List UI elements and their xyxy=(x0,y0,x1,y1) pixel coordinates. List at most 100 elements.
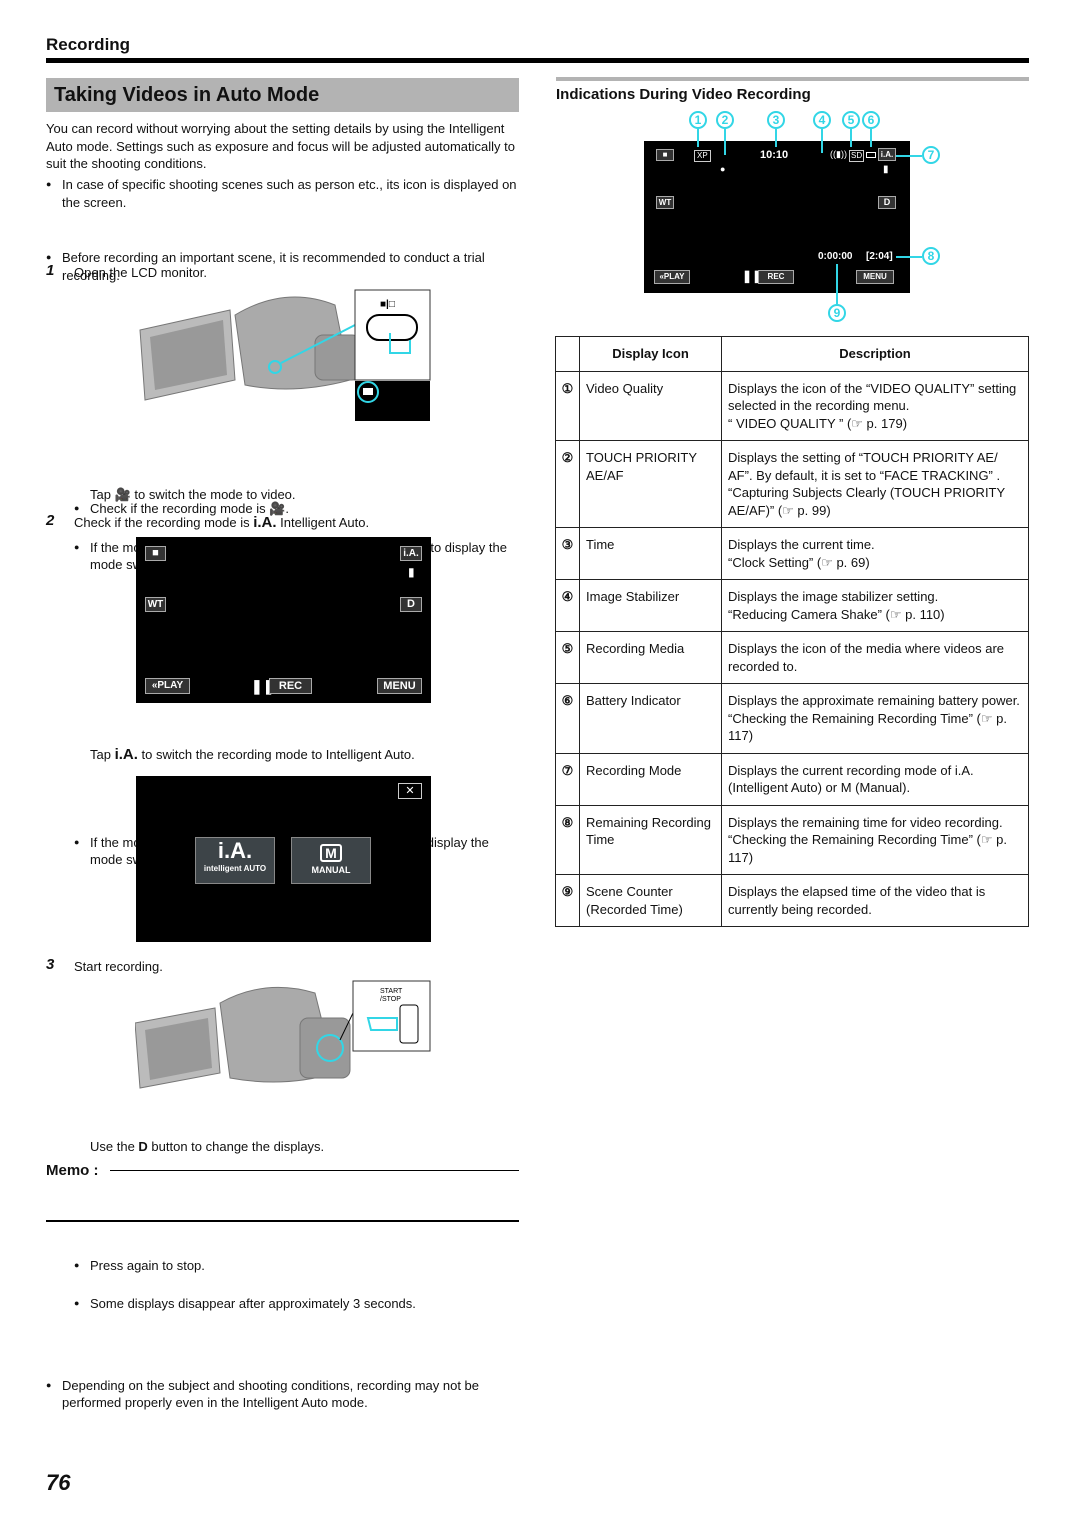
memo-rule xyxy=(110,1170,519,1171)
row-number: ⑧ xyxy=(555,804,580,875)
clock-time: 10:10 xyxy=(760,149,789,161)
indications-screen: ■ XP ● 10:10 ((▮)) SD i.A. ▮ WT D 0:00:0… xyxy=(644,141,910,293)
step-number: 1 xyxy=(46,262,55,279)
ia-big-label: i.A. xyxy=(217,838,253,863)
row-number: ⑥ xyxy=(555,683,580,754)
scene-icon: ▮ xyxy=(408,565,415,579)
row-description: Displays the setting of “TOUCH PRIORITY … xyxy=(721,440,1029,528)
remaining-time: [2:04] xyxy=(866,251,893,262)
video-mode-icon[interactable]: ■ xyxy=(656,149,674,161)
section-rule xyxy=(46,58,1029,63)
row-display-icon: Scene Counter (Recorded Time) xyxy=(579,874,722,927)
menu-button[interactable]: MENU xyxy=(856,270,894,284)
memo-label: Memo : xyxy=(46,1162,99,1179)
wt-button[interactable]: WT xyxy=(145,597,166,612)
rec-button[interactable]: REC xyxy=(758,270,794,284)
table-row: ⑧ Remaining Recording Time Displays the re… xyxy=(555,804,1029,875)
table-row: ④ Image Stabilizer Displays the image stab… xyxy=(555,579,1029,632)
step-text: Open the LCD monitor. xyxy=(74,265,207,280)
stabilizer-icon: ((▮)) xyxy=(830,149,847,159)
row-desc-text: Displays the setting of “TOUCH PRIORITY … xyxy=(728,450,1001,483)
wt-button[interactable]: WT xyxy=(656,196,674,209)
row-description: Displays the current recording mode of i… xyxy=(721,752,1029,806)
mode-switch-screen: ✕ i.A. intelligent AUTO M MANUAL xyxy=(136,776,431,942)
subsection-title: Indications During Video Recording xyxy=(556,86,811,103)
callout-line xyxy=(850,129,852,147)
d-line-before: Use the xyxy=(90,1139,139,1154)
row-number: ⑦ xyxy=(555,752,580,806)
video-mode-icon[interactable]: ■ xyxy=(145,546,166,561)
menu-button[interactable]: MENU xyxy=(377,678,422,694)
row-display-icon: Video Quality xyxy=(579,370,722,441)
display-button[interactable]: D xyxy=(878,196,896,209)
row-description: Displays the image stabilizer setting. “R… xyxy=(721,579,1029,632)
callout-4: 4 xyxy=(813,111,831,129)
callout-9: 9 xyxy=(828,304,846,322)
callout-line xyxy=(697,129,699,147)
row-description: Displays the approximate remaining batte… xyxy=(721,683,1029,754)
ia-mode-button[interactable]: i.A. xyxy=(400,546,422,561)
manual-button[interactable]: M MANUAL xyxy=(291,837,371,884)
table-row: ⑨ Scene Counter (Recorded Time) Displays t… xyxy=(555,874,1029,927)
row-number: ⑨ xyxy=(555,874,580,927)
row-display-icon: Recording Media xyxy=(579,631,722,684)
row-reference-link[interactable]: “Checking the Remaining Recording Time” … xyxy=(728,710,1022,745)
callout-1: 1 xyxy=(689,111,707,129)
row-display-icon: Battery Indicator xyxy=(579,683,722,754)
row-display-icon: Recording Mode xyxy=(579,752,722,806)
ia-mode-button[interactable]: i.A. xyxy=(878,148,896,161)
row-description: Displays the elapsed time of the video t… xyxy=(721,874,1029,927)
row-desc-text: Displays the current time. xyxy=(728,537,875,552)
camera-illustration-1: ■|□ xyxy=(135,285,435,423)
callout-line xyxy=(775,129,777,147)
header-display-icon: Display Icon xyxy=(579,336,722,372)
scene-icon: ▮ xyxy=(883,164,889,175)
rec-button[interactable]: REC xyxy=(269,678,312,694)
row-reference-link[interactable]: “Reducing Camera Shake” (☞ p. 110) xyxy=(728,606,1022,624)
row-display-icon: Image Stabilizer xyxy=(579,579,722,632)
intro-bullet: In case of specific shooting scenes such… xyxy=(46,176,521,211)
battery-icon xyxy=(866,152,876,158)
ia-symbol: i.A. xyxy=(253,514,277,531)
table-row: ② TOUCH PRIORITY AE/AF Displays the settin… xyxy=(555,440,1029,528)
display-button[interactable]: D xyxy=(400,597,422,612)
touch-priority-icon: ● xyxy=(720,164,726,174)
callout-3: 3 xyxy=(767,111,785,129)
row-description: Displays the current time. “Clock Setting… xyxy=(721,527,1029,580)
step3-d-line: Use the D button to change the displays. xyxy=(90,1138,520,1156)
row-reference-link[interactable]: “Capturing Subjects Clearly (TOUCH PRIOR… xyxy=(728,484,1022,519)
d-line-after: button to change the displays. xyxy=(147,1139,325,1154)
play-button[interactable]: «PLAY xyxy=(145,678,190,694)
row-desc-text: Displays the current recording mode of i… xyxy=(728,762,974,796)
row-desc-text: Displays the icon of the media where vid… xyxy=(728,641,1005,674)
row-number: ③ xyxy=(555,527,580,580)
callout-line xyxy=(836,264,838,304)
row-description: Displays the remaining time for video re… xyxy=(721,804,1029,875)
step3-bullet: Press again to stop. xyxy=(74,1257,524,1275)
d-symbol: D xyxy=(138,1139,148,1154)
play-button[interactable]: «PLAY xyxy=(654,270,690,284)
callout-8: 8 xyxy=(922,247,940,265)
svg-text:■|□: ■|□ xyxy=(380,299,395,310)
close-button[interactable]: ✕ xyxy=(398,783,422,799)
row-reference-link[interactable]: “Checking the Remaining Recording Time” … xyxy=(728,831,1022,866)
page-number: 76 xyxy=(46,1470,71,1495)
step-number: 2 xyxy=(46,512,55,529)
callout-line xyxy=(821,129,823,153)
row-reference-link[interactable]: “Clock Setting” (☞ p. 69) xyxy=(728,554,1022,572)
callout-line xyxy=(896,155,922,157)
table-row: ③ Time Displays the current time. “Clock Se… xyxy=(555,527,1029,580)
step3-bullet: Some displays disappear after approximat… xyxy=(74,1295,524,1313)
tap-before: Tap xyxy=(90,747,115,762)
callout-line xyxy=(870,129,872,147)
title-bar: Taking Videos in Auto Mode xyxy=(46,78,519,112)
intro-paragraph: You can record without worrying about th… xyxy=(46,121,515,171)
intelligent-auto-button[interactable]: i.A. intelligent AUTO xyxy=(195,837,275,884)
step2-tap-line: Tap i.A. to switch the recording mode to… xyxy=(90,746,520,764)
memo-bullet: Depending on the subject and shooting co… xyxy=(46,1377,521,1412)
table-row: ⑥ Battery Indicator Displays the approxima… xyxy=(555,683,1029,754)
step-text: Start recording. xyxy=(74,959,163,974)
m-big-label: M xyxy=(320,844,342,862)
row-reference-link[interactable]: “ VIDEO QUALITY ” (☞ p. 179) xyxy=(728,415,1022,433)
video-quality-icon: XP xyxy=(694,150,711,162)
